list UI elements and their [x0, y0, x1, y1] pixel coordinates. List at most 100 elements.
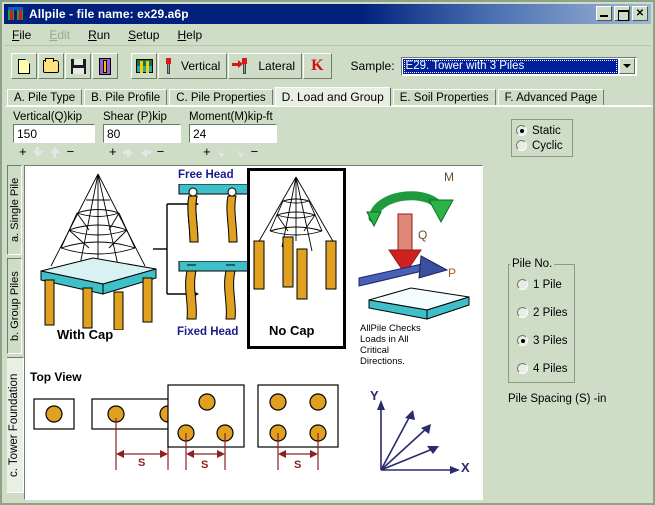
main-tab-bar: A. Pile Type B. Pile Profile C. Pile Pro… — [7, 87, 651, 106]
vertical-load-group: Vertical(Q)kip 150 + − — [13, 111, 95, 159]
lateral-button-label: Lateral — [255, 59, 298, 73]
open-folder-icon — [43, 58, 59, 75]
sample-dropdown[interactable]: E29. Tower with 3 Piles — [401, 57, 637, 76]
arrow-left-icon[interactable] — [140, 147, 151, 158]
menu-item-setup[interactable]: Setup — [128, 28, 159, 42]
tab-load-and-group[interactable]: D. Load and Group — [275, 87, 391, 106]
lateral-load-icon — [232, 58, 252, 74]
minimize-button[interactable] — [596, 6, 612, 21]
radio-1-pile[interactable]: 1 Pile — [517, 277, 562, 292]
radio-static-indicator[interactable] — [516, 125, 527, 136]
tab-advanced-page[interactable]: F. Advanced Page — [498, 89, 605, 106]
radio-2-piles[interactable]: 2 Piles — [517, 305, 568, 320]
axis-x-label: X — [461, 460, 470, 475]
chevron-down-icon[interactable] — [619, 58, 635, 74]
shear-load-input[interactable]: 80 — [103, 124, 181, 143]
group-piles-button[interactable] — [131, 53, 157, 79]
note-line-2: Loads in All — [360, 334, 409, 345]
window-controls: ✕ — [596, 6, 648, 21]
foundation-diagram-canvas: With Cap Free Head — [24, 165, 483, 500]
moment-load-input[interactable]: 24 — [189, 124, 277, 143]
menu-item-file[interactable]: FFileile — [12, 28, 31, 42]
free-head-label: Free Head — [178, 169, 234, 181]
radio-4-piles-label: 4 Piles — [533, 363, 568, 375]
lateral-load-symbol: P — [448, 266, 456, 280]
shear-load-spinner: + − — [103, 145, 181, 159]
with-cap-label: With Cap — [57, 327, 113, 342]
save-floppy-icon — [70, 58, 86, 75]
tab-pile-profile[interactable]: B. Pile Profile — [84, 89, 167, 106]
new-document-icon — [18, 59, 30, 74]
application-window: Allpile - file name: ex29.a6p ✕ FFileile… — [0, 0, 655, 505]
top-view-4-piles[interactable]: S — [257, 384, 357, 481]
moment-load-label: Moment(M)kip-ft — [189, 111, 277, 123]
maximize-button[interactable] — [614, 6, 630, 21]
arrow-down-icon[interactable] — [33, 147, 44, 158]
vertical-minus-button[interactable]: − — [67, 146, 75, 158]
direction-axes-diagram: Y X — [365, 388, 475, 480]
svg-text:S: S — [294, 459, 301, 471]
svg-text:S: S — [138, 457, 145, 469]
note-line-1: AllPile Checks — [360, 323, 421, 334]
radio-1-pile-indicator[interactable] — [517, 279, 528, 290]
arrow-rotate-cw-icon[interactable] — [217, 147, 228, 158]
with-cap-illustration[interactable] — [31, 170, 166, 330]
free-head-illustration[interactable] — [177, 184, 255, 246]
moment-minus-button[interactable]: − — [251, 146, 259, 158]
menu-bar: FFileile Edit Run Setup Help — [4, 25, 651, 46]
tab-soil-properties[interactable]: E. Soil Properties — [393, 89, 496, 106]
radio-3-piles[interactable]: 3 Piles — [517, 333, 568, 348]
radio-3-piles-indicator[interactable] — [517, 335, 528, 346]
radio-cyclic-label: Cyclic — [532, 140, 563, 152]
radio-cyclic[interactable]: Cyclic — [516, 138, 572, 153]
vertical-load-symbol: Q — [418, 228, 427, 242]
sidebar-item-tower-foundation[interactable]: c. Tower Foundation — [7, 357, 24, 493]
group-piles-icon — [136, 58, 152, 75]
vertical-load-input[interactable]: 150 — [13, 124, 95, 143]
axis-y-label: Y — [370, 388, 379, 403]
top-view-label: Top View — [30, 370, 82, 384]
radio-2-piles-label: 2 Piles — [533, 307, 568, 319]
vertical-plus-button[interactable]: + — [19, 146, 27, 158]
arrow-right-icon[interactable] — [123, 147, 134, 158]
sidebar-item-group-piles[interactable]: b. Group Piles — [7, 258, 22, 354]
new-file-button[interactable] — [11, 53, 37, 79]
fixed-head-illustration[interactable] — [177, 261, 255, 323]
arrow-up-icon[interactable] — [50, 147, 61, 158]
no-cap-label: No Cap — [269, 323, 315, 338]
radio-4-piles-indicator[interactable] — [517, 363, 528, 374]
shear-plus-button[interactable]: + — [109, 146, 117, 158]
close-button[interactable]: ✕ — [632, 6, 648, 21]
top-view-1-pile[interactable] — [33, 398, 75, 435]
k-stiffness-button[interactable]: K — [303, 53, 331, 79]
window-title: Allpile - file name: ex29.a6p — [29, 7, 189, 21]
radio-cyclic-indicator[interactable] — [516, 140, 527, 151]
lateral-analysis-button[interactable]: Lateral — [228, 53, 302, 79]
note-line-3: Critical — [360, 345, 389, 356]
arrow-rotate-ccw-icon[interactable] — [234, 147, 245, 158]
vertical-analysis-button[interactable]: Vertical — [158, 53, 227, 79]
k-button-label: K — [307, 57, 327, 75]
radio-2-piles-indicator[interactable] — [517, 307, 528, 318]
radio-static-label: Static — [532, 125, 561, 137]
tab-pile-type[interactable]: A. Pile Type — [7, 89, 82, 106]
fixed-head-label: Fixed Head — [177, 326, 238, 338]
sub-tab-bar: a. Single Pile b. Group Piles c. Tower F… — [7, 165, 24, 500]
moment-plus-button[interactable]: + — [203, 146, 211, 158]
sidebar-item-single-pile[interactable]: a. Single Pile — [7, 165, 22, 255]
tab-pile-properties[interactable]: C. Pile Properties — [169, 89, 272, 106]
top-view-3-piles[interactable]: S — [167, 384, 267, 481]
radio-4-piles[interactable]: 4 Piles — [517, 361, 568, 376]
svg-text:S: S — [201, 459, 208, 471]
save-file-button[interactable] — [65, 53, 91, 79]
vertical-button-label: Vertical — [178, 59, 223, 73]
shear-minus-button[interactable]: − — [157, 146, 165, 158]
pile-section-button[interactable] — [92, 53, 118, 79]
menu-item-run[interactable]: Run — [88, 28, 110, 42]
radio-3-piles-label: 3 Piles — [533, 335, 568, 347]
open-file-button[interactable] — [38, 53, 64, 79]
no-cap-option[interactable]: No Cap — [247, 168, 346, 349]
radio-static[interactable]: Static — [516, 123, 572, 138]
load-inputs-group: Vertical(Q)kip 150 + − Shear (P)kip 80 +… — [13, 111, 285, 159]
menu-item-help[interactable]: Help — [177, 28, 202, 42]
